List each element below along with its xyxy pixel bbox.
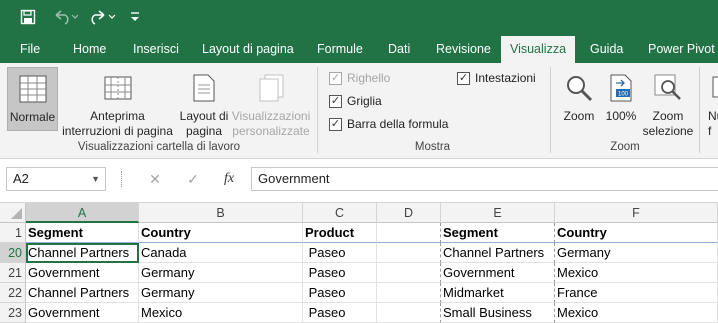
table-cell[interactable]: Government: [26, 263, 139, 283]
row-header[interactable]: 20: [0, 243, 26, 263]
table-cell[interactable]: [377, 223, 441, 243]
tab-revisione[interactable]: Revisione: [436, 36, 491, 63]
title-bar: [0, 0, 718, 36]
table-cell[interactable]: Mexico: [555, 263, 718, 283]
group-separator: [317, 67, 318, 153]
table-cell[interactable]: Country: [555, 223, 718, 243]
column-header-f[interactable]: F: [555, 203, 718, 223]
table-cell[interactable]: [377, 303, 441, 323]
tab-layout[interactable]: Layout di pagina: [202, 36, 294, 63]
cancel-icon[interactable]: ✕: [140, 167, 170, 191]
table-cell[interactable]: Segment: [441, 223, 555, 243]
fx-icon[interactable]: fx: [215, 167, 243, 191]
intestazioni-checkbox[interactable]: ✓ Intestazioni: [457, 71, 536, 85]
row-header[interactable]: 22: [0, 283, 26, 303]
tab-formule[interactable]: Formule: [317, 36, 363, 63]
table-cell[interactable]: Canada: [139, 243, 303, 263]
customize-icon[interactable]: [126, 6, 144, 28]
group-label-mostra: Mostra: [414, 141, 451, 153]
table-cell[interactable]: Midmarket: [441, 283, 555, 303]
table-cell[interactable]: Paseo: [303, 303, 377, 323]
enter-icon[interactable]: ✓: [178, 167, 208, 191]
checkbox-icon: ✓: [329, 71, 342, 85]
zoom-button[interactable]: Zoom: [558, 67, 600, 124]
checkbox-icon: ✓: [329, 94, 342, 108]
table-cell[interactable]: Country: [139, 223, 303, 243]
row-header[interactable]: 23: [0, 303, 26, 323]
worksheet-grid: A B C D E F 1 20 21 22 23 Segment Countr…: [0, 203, 718, 323]
chevron-down-icon[interactable]: ▼: [91, 168, 100, 190]
magnifier-icon: [564, 67, 594, 109]
tab-visualizza[interactable]: Visualizza: [501, 36, 575, 63]
column-header-d[interactable]: D: [377, 203, 441, 223]
table-cell[interactable]: Germany: [139, 263, 303, 283]
tab-home[interactable]: Home: [73, 36, 106, 63]
zoom-selezione-button[interactable]: Zoom selezione: [640, 67, 696, 139]
new-window-icon: [708, 67, 718, 109]
table-cell[interactable]: Small Business: [441, 303, 555, 323]
table-cell[interactable]: Channel Partners: [26, 283, 139, 303]
zoom-100-button[interactable]: 100 100%: [602, 67, 640, 124]
tab-dati[interactable]: Dati: [388, 36, 410, 63]
custom-views-icon: [256, 67, 286, 109]
group-label-zoom: Zoom: [610, 141, 640, 153]
table-cell[interactable]: [377, 283, 441, 303]
zoom-selection-icon: [653, 67, 683, 109]
undo-icon[interactable]: [48, 6, 82, 28]
name-box[interactable]: A2 ▼: [6, 167, 106, 191]
formula-bar: A2 ▼ ✕ ✓ fx Government: [0, 159, 718, 203]
column-header-a[interactable]: A: [26, 203, 139, 223]
zoom-100-icon: 100: [608, 67, 634, 109]
table-cell[interactable]: Government: [26, 303, 139, 323]
row-header[interactable]: 21: [0, 263, 26, 283]
group-label-visualizzazioni: Visualizzazioni cartella di lavoro: [77, 141, 241, 153]
griglia-checkbox[interactable]: ✓ Griglia: [329, 94, 382, 108]
anteprima-interruzioni-button[interactable]: Anteprima interruzioni di pagina: [60, 67, 175, 139]
checkbox-icon: ✓: [457, 71, 470, 85]
column-header-e[interactable]: E: [441, 203, 555, 223]
table-cell[interactable]: Germany: [139, 283, 303, 303]
table-cell[interactable]: Channel Partners: [441, 243, 555, 263]
table-cell[interactable]: France: [555, 283, 718, 303]
save-icon[interactable]: [14, 6, 42, 28]
ribbon: Normale Anteprima interruzioni di pagina…: [0, 63, 718, 159]
normal-view-icon: [18, 68, 48, 110]
table-cell[interactable]: Segment: [26, 223, 139, 243]
row-header[interactable]: 1: [0, 223, 26, 243]
table-cell[interactable]: Paseo: [303, 243, 377, 263]
table-cell[interactable]: Mexico: [555, 303, 718, 323]
formula-input[interactable]: Government: [251, 167, 718, 191]
splitter-handle[interactable]: [121, 171, 123, 187]
table-cell[interactable]: [377, 263, 441, 283]
column-header-b[interactable]: B: [139, 203, 303, 223]
group-separator: [550, 67, 551, 153]
layout-di-pagina-button[interactable]: Layout di pagina: [177, 67, 231, 139]
table-cell[interactable]: Mexico: [139, 303, 303, 323]
column-header-c[interactable]: C: [303, 203, 377, 223]
redo-icon[interactable]: [86, 6, 120, 28]
righello-checkbox[interactable]: ✓ Righello: [329, 71, 390, 85]
tab-guida[interactable]: Guida: [590, 36, 623, 63]
table-cell[interactable]: Paseo: [303, 263, 377, 283]
select-all-corner[interactable]: [0, 203, 26, 223]
table-cell[interactable]: Channel Partners: [26, 243, 139, 263]
tab-power-pivot[interactable]: Power Pivot: [648, 36, 715, 63]
checkbox-icon: ✓: [329, 117, 342, 131]
ribbon-tabs: File Home Inserisci Layout di pagina For…: [0, 36, 718, 63]
tab-file[interactable]: File: [20, 36, 40, 63]
tab-inserisci[interactable]: Inserisci: [133, 36, 179, 63]
normale-button[interactable]: Normale: [7, 67, 58, 131]
group-separator: [699, 67, 700, 153]
page-break-preview-icon: [103, 67, 133, 109]
table-cell[interactable]: Paseo: [303, 283, 377, 303]
page-layout-icon: [191, 67, 217, 109]
barra-formula-checkbox[interactable]: ✓ Barra della formula: [329, 117, 448, 131]
table-cell[interactable]: [377, 243, 441, 263]
nuova-finestra-button[interactable]: Nuova f: [708, 67, 718, 139]
table-cell[interactable]: Product: [303, 223, 377, 243]
svg-text:100: 100: [618, 92, 629, 98]
visualizzazioni-personalizzate-button[interactable]: Visualizzazioni personalizzate: [231, 67, 311, 139]
table-cell[interactable]: Government: [441, 263, 555, 283]
table-cell[interactable]: Germany: [555, 243, 718, 263]
